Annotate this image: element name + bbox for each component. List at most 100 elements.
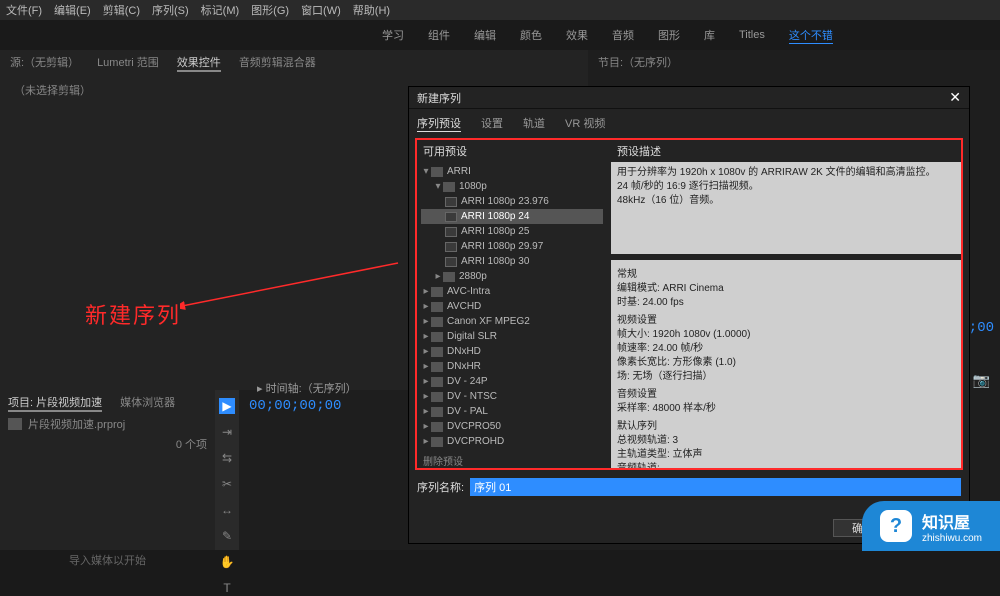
workspace-tab[interactable]: 这个不错 xyxy=(789,27,833,44)
chevron-icon[interactable]: ▸ xyxy=(421,316,431,327)
workspace-tab[interactable]: 学习 xyxy=(382,27,404,43)
chevron-icon[interactable]: ▸ xyxy=(421,286,431,297)
annotation-label: 新建序列 xyxy=(85,298,181,330)
tool-column: ▶ ⇥ ⇆ ✂ ↔ ✎ ✋ T xyxy=(215,390,239,550)
menu-item[interactable]: 序列(S) xyxy=(152,2,189,18)
camera-icon[interactable]: 📷 xyxy=(973,372,990,389)
source-tab[interactable]: Lumetri 范围 xyxy=(97,54,159,72)
tree-row[interactable]: ▸DNxHR xyxy=(421,359,603,374)
tree-label: DV - 24P xyxy=(447,376,488,387)
folder-icon xyxy=(431,287,443,297)
workspace-tab[interactable]: 效果 xyxy=(566,27,588,43)
menu-item[interactable]: 图形(G) xyxy=(251,2,289,18)
tree-row[interactable]: ▸2880p xyxy=(421,269,603,284)
track-select-tool-icon[interactable]: ⇥ xyxy=(219,424,235,440)
slip-tool-icon[interactable]: ↔ xyxy=(219,502,235,518)
pen-tool-icon[interactable]: ✎ xyxy=(219,528,235,544)
desc-label: 预设描述 xyxy=(611,140,961,162)
tree-row[interactable]: ▸ Digital SLR xyxy=(421,329,603,344)
dialog-tab[interactable]: 轨道 xyxy=(523,115,545,132)
type-tool-icon[interactable]: T xyxy=(219,580,235,596)
tree-row[interactable]: ARRI 1080p 30 xyxy=(421,254,603,269)
tree-label: Digital SLR xyxy=(447,331,497,342)
file-icon xyxy=(445,242,457,252)
chevron-icon[interactable]: ▸ xyxy=(421,346,431,357)
menu-item[interactable]: 帮助(H) xyxy=(353,2,390,18)
tree-row[interactable]: ▸DVCPROHD xyxy=(421,434,603,449)
menu-item[interactable]: 窗口(W) xyxy=(301,2,341,18)
workspace-tab[interactable]: 组件 xyxy=(428,27,450,43)
chevron-icon[interactable]: ▸ xyxy=(421,391,431,402)
preset-tree[interactable]: ▾ ARRI ▾1080p ARRI 1080p 23.976 ARRI 1080p 2… xyxy=(417,162,607,449)
menu-item[interactable]: 标记(M) xyxy=(201,2,240,18)
tree-label: ARRI 1080p 23.976 xyxy=(461,196,549,207)
tree-label: DNxHD xyxy=(447,346,481,357)
razor-tool-icon[interactable]: ✂ xyxy=(219,476,235,492)
chevron-icon[interactable]: ▸ xyxy=(421,331,431,342)
tree-label: ARRI 1080p 25 xyxy=(461,226,529,237)
source-tab[interactable]: 效果控件 xyxy=(177,54,221,72)
project-tab[interactable]: 项目: 片段视频加速 xyxy=(8,394,102,412)
tree-row[interactable]: ▸ DVCPRO50 xyxy=(421,419,603,434)
tree-label: DVCPRO50 xyxy=(447,421,501,432)
source-tab[interactable]: 音频剪辑混合器 xyxy=(239,54,316,72)
menu-item[interactable]: 剪辑(C) xyxy=(103,2,140,18)
tree-row[interactable]: ▸DV - NTSC xyxy=(421,389,603,404)
tree-row[interactable]: ▸DV - PAL xyxy=(421,404,603,419)
folder-icon xyxy=(431,302,443,312)
tree-label: AVCHD xyxy=(447,301,481,312)
tree-row[interactable]: ▾ ARRI xyxy=(421,164,603,179)
hand-tool-icon[interactable]: ✋ xyxy=(219,554,235,570)
workspace-tab[interactable]: 音频 xyxy=(612,27,634,43)
workspace-tab[interactable]: Titles xyxy=(739,29,765,41)
tree-row[interactable]: ARRI 1080p 24 xyxy=(421,209,603,224)
dialog-tab[interactable]: VR 视频 xyxy=(565,115,605,132)
dialog-tab[interactable]: 序列预设 xyxy=(417,115,461,132)
workspace-tab[interactable]: 颜色 xyxy=(520,27,542,43)
tree-row[interactable]: ▾1080p xyxy=(421,179,603,194)
workspace-tab[interactable]: 图形 xyxy=(658,27,680,43)
project-count: 0 个项 xyxy=(8,436,207,452)
tree-row[interactable]: ▸Canon XF MPEG2 xyxy=(421,314,603,329)
watermark-brand: 知识屋 xyxy=(922,509,982,533)
chevron-icon[interactable]: ▸ xyxy=(421,376,431,387)
folder-icon xyxy=(431,407,443,417)
seq-name-input[interactable] xyxy=(470,478,961,496)
chevron-icon[interactable]: ▸ xyxy=(433,271,443,282)
tree-row[interactable]: ▸ DNxHD xyxy=(421,344,603,359)
watermark-icon: ? xyxy=(880,510,912,542)
tree-row[interactable]: ▸ AVCHD xyxy=(421,299,603,314)
watermark: ? 知识屋 zhishiwu.com xyxy=(862,501,1000,551)
menu-item[interactable]: 文件(F) xyxy=(6,2,42,18)
tree-row[interactable]: ▸ AVC-Intra xyxy=(421,284,603,299)
project-tab[interactable]: 媒体浏览器 xyxy=(120,394,175,412)
timecode: 00;00;00;00 xyxy=(249,398,341,414)
tree-row[interactable]: ARRI 1080p 25 xyxy=(421,224,603,239)
chevron-icon[interactable]: ▸ xyxy=(421,301,431,312)
tree-row[interactable]: ARRI 1080p 23.976 xyxy=(421,194,603,209)
close-icon[interactable]: ✕ xyxy=(949,89,961,106)
chevron-icon[interactable]: ▸ xyxy=(421,436,431,447)
chevron-icon[interactable]: ▸ xyxy=(421,406,431,417)
selection-tool-icon[interactable]: ▶ xyxy=(219,398,235,414)
workspace-tab[interactable]: 库 xyxy=(704,27,715,43)
timeline-label: 时间轴:（无序列） xyxy=(266,383,357,395)
folder-icon xyxy=(431,377,443,387)
source-tab[interactable]: 源:（无剪辑） xyxy=(10,54,79,72)
tree-row[interactable]: ▸ DV - 24P xyxy=(421,374,603,389)
menu-item[interactable]: 编辑(E) xyxy=(54,2,91,18)
chevron-icon[interactable]: ▸ xyxy=(421,421,431,432)
project-item[interactable]: 片段视频加速.prproj xyxy=(8,416,207,432)
tree-label: ARRI xyxy=(447,166,471,177)
ripple-tool-icon[interactable]: ⇆ xyxy=(219,450,235,466)
new-sequence-dialog: 新建序列 ✕ 序列预设设置轨道VR 视频 可用预设 ▾ARRI▾1080pARR… xyxy=(408,86,970,544)
tree-label: ARRI 1080p 29.97 xyxy=(461,241,543,252)
tree-row[interactable]: ARRI 1080p 29.97 xyxy=(421,239,603,254)
chevron-icon[interactable]: ▾ xyxy=(433,181,443,192)
chevron-icon[interactable]: ▾ xyxy=(421,166,431,177)
workspace-tab[interactable]: 编辑 xyxy=(474,27,496,43)
tree-label: AVC-Intra xyxy=(447,286,490,297)
chevron-icon[interactable]: ▸ xyxy=(421,361,431,372)
delete-preset-button[interactable]: 删除预设 xyxy=(423,453,601,468)
dialog-tab[interactable]: 设置 xyxy=(481,115,503,132)
